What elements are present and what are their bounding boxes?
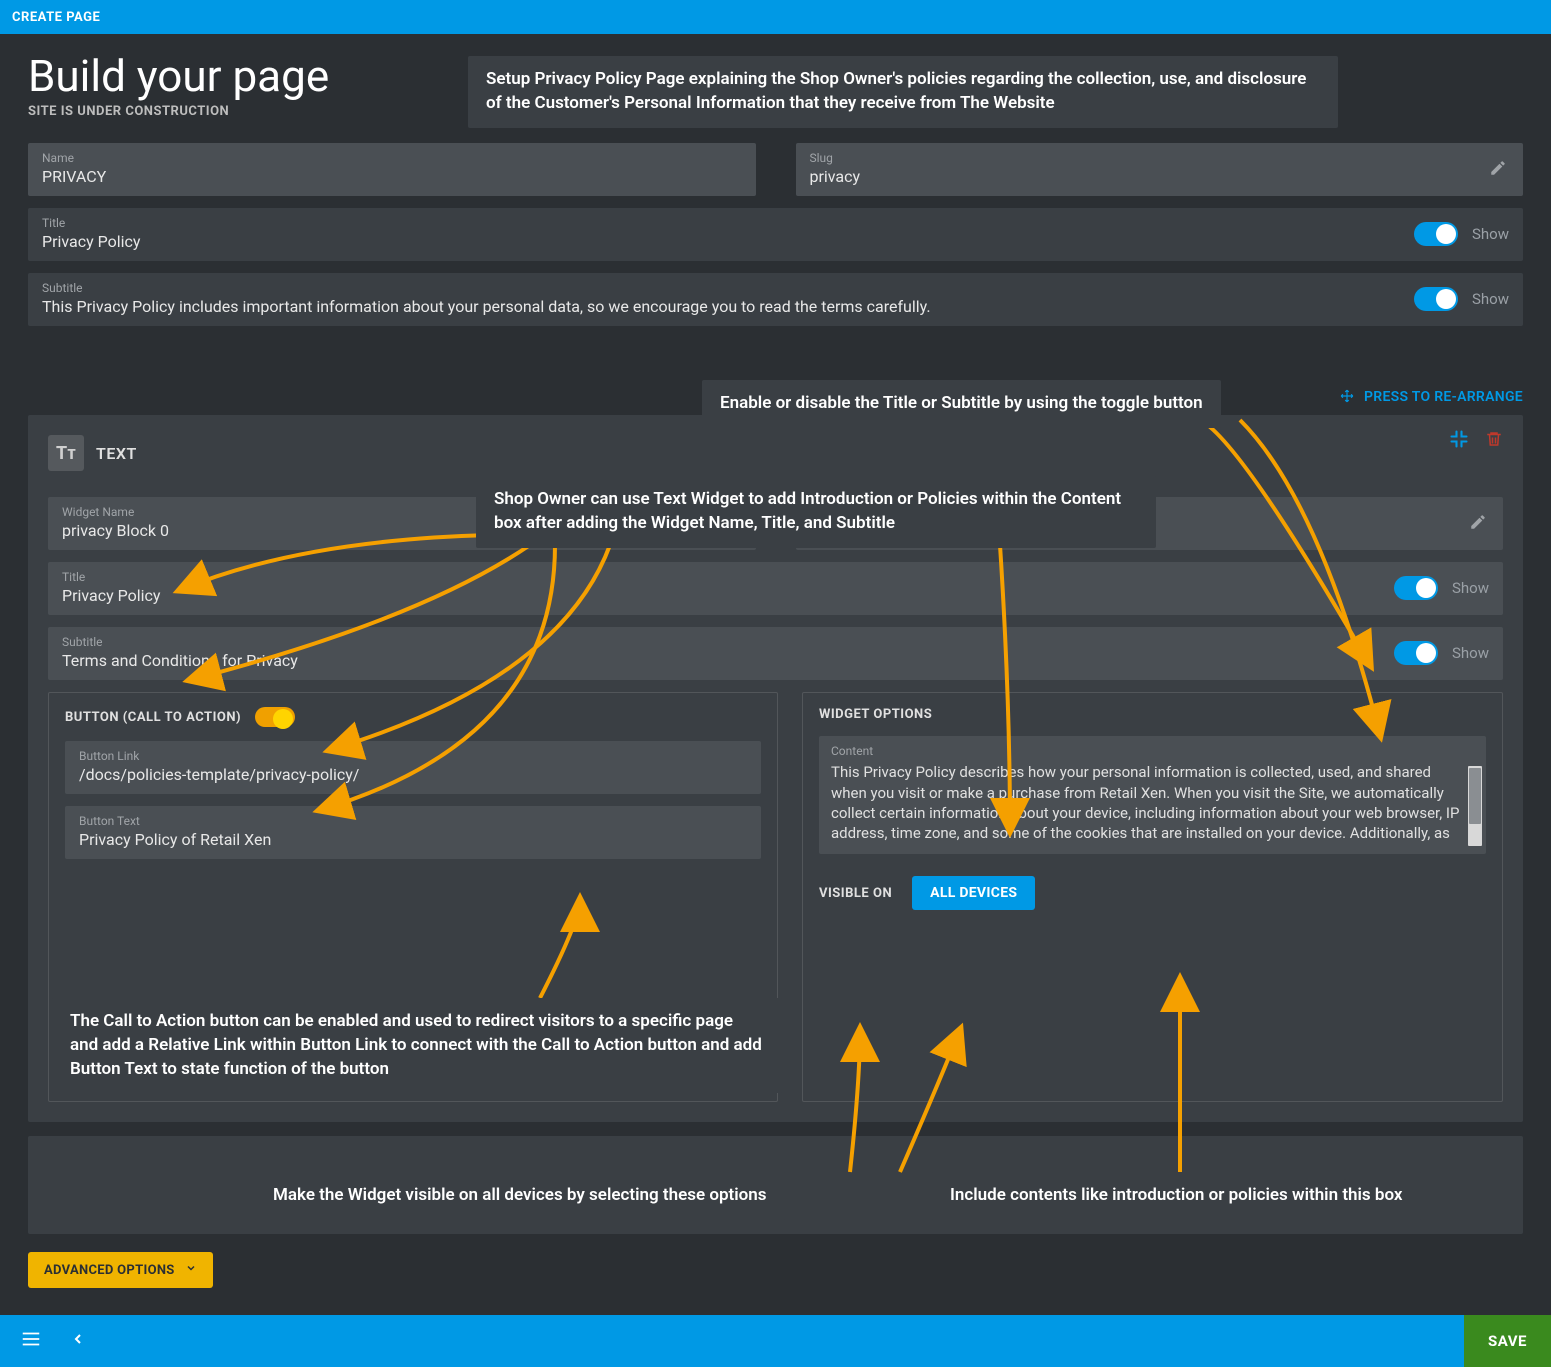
slug-label: Slug: [810, 151, 1510, 165]
widget-title-row: Title Privacy Policy Show: [48, 562, 1503, 615]
cta-toggle[interactable]: [255, 707, 295, 727]
top-bar-label: CREATE PAGE: [12, 10, 100, 25]
widget-title-toggle[interactable]: [1394, 576, 1438, 600]
text-icon-glyph: Tᴛ: [56, 443, 76, 464]
button-text-label: Button Text: [79, 814, 747, 828]
widget-subtitle-label: Subtitle: [62, 635, 1394, 649]
visible-on-label: VISIBLE ON: [819, 886, 892, 901]
rearrange-label: PRESS TO RE-ARRANGE: [1364, 389, 1523, 405]
save-button[interactable]: SAVE: [1464, 1315, 1551, 1367]
name-field[interactable]: Name PRIVACY: [28, 143, 756, 196]
trash-icon[interactable]: [1485, 430, 1503, 452]
callout-content: Include contents like introduction or po…: [932, 1172, 1421, 1220]
widget-subtitle-value[interactable]: Terms and Conditions for Privacy: [62, 651, 1394, 670]
menu-icon[interactable]: [20, 1328, 42, 1354]
rearrange-link[interactable]: PRESS TO RE-ARRANGE: [1340, 389, 1523, 405]
bottom-bar: SAVE: [0, 1315, 1551, 1367]
button-link-field[interactable]: Button Link /docs/policies-template/priv…: [65, 741, 761, 794]
back-icon[interactable]: [70, 1331, 86, 1351]
button-text-field[interactable]: Button Text Privacy Policy of Retail Xen: [65, 806, 761, 859]
callout-toggle: Enable or disable the Title or Subtitle …: [702, 380, 1221, 428]
subtitle-value[interactable]: This Privacy Policy includes important i…: [42, 297, 1414, 316]
callout-visible: Make the Widget visible on all devices b…: [255, 1172, 785, 1220]
callout-widget: Shop Owner can use Text Widget to add In…: [476, 476, 1156, 548]
slug-value: privacy: [810, 167, 1510, 186]
all-devices-button[interactable]: ALL DEVICES: [912, 876, 1035, 910]
content-scrollbar[interactable]: [1468, 766, 1482, 846]
widget-subtitle-toggle-label: Show: [1452, 644, 1489, 662]
page-construction-note: SITE IS UNDER CONSTRUCTION: [28, 104, 329, 119]
title-row: Title Privacy Policy Show: [28, 208, 1523, 261]
subtitle-label: Subtitle: [42, 281, 1414, 295]
content-value: This Privacy Policy describes how your p…: [831, 762, 1474, 846]
move-icon: [1340, 391, 1358, 407]
callout-cta: The Call to Action button can be enabled…: [52, 998, 782, 1093]
subtitle-row: Subtitle This Privacy Policy includes im…: [28, 273, 1523, 326]
content-label: Content: [831, 744, 1474, 758]
page-title: Build your page: [28, 52, 329, 100]
name-value: PRIVACY: [42, 167, 742, 186]
name-label: Name: [42, 151, 742, 165]
widget-subtitle-row: Subtitle Terms and Conditions for Privac…: [48, 627, 1503, 680]
widget-options-header: WIDGET OPTIONS: [819, 707, 1486, 722]
callout-setup: Setup Privacy Policy Page explaining the…: [468, 56, 1338, 128]
top-bar: CREATE PAGE: [0, 0, 1551, 34]
subtitle-toggle[interactable]: [1414, 287, 1458, 311]
collapse-icon[interactable]: [1449, 429, 1469, 453]
content-field[interactable]: Content This Privacy Policy describes ho…: [819, 736, 1486, 854]
button-link-value: /docs/policies-template/privacy-policy/: [79, 765, 747, 784]
advanced-options-button[interactable]: ADVANCED OPTIONS: [28, 1252, 213, 1288]
cta-header-label: BUTTON (CALL TO ACTION): [65, 710, 241, 725]
title-label: Title: [42, 216, 1414, 230]
advanced-options-label: ADVANCED OPTIONS: [44, 1263, 175, 1278]
widget-title-toggle-label: Show: [1452, 579, 1489, 597]
widget-title-value[interactable]: Privacy Policy: [62, 586, 1394, 605]
widget-subtitle-toggle[interactable]: [1394, 641, 1438, 665]
title-toggle[interactable]: [1414, 222, 1458, 246]
widget-type-label: TEXT: [96, 444, 137, 463]
title-value[interactable]: Privacy Policy: [42, 232, 1414, 251]
pencil-icon[interactable]: [1489, 159, 1507, 181]
button-text-value: Privacy Policy of Retail Xen: [79, 830, 747, 849]
subtitle-toggle-label: Show: [1472, 290, 1509, 308]
slug-field[interactable]: Slug privacy: [796, 143, 1524, 196]
title-toggle-label: Show: [1472, 225, 1509, 243]
text-widget-icon: Tᴛ: [48, 435, 84, 471]
pencil-icon[interactable]: [1469, 513, 1487, 535]
widget-title-label: Title: [62, 570, 1394, 584]
chevron-down-icon: [185, 1262, 197, 1278]
save-label: SAVE: [1488, 1332, 1527, 1350]
button-link-label: Button Link: [79, 749, 747, 763]
widget-options-panel: WIDGET OPTIONS Content This Privacy Poli…: [802, 692, 1503, 1102]
